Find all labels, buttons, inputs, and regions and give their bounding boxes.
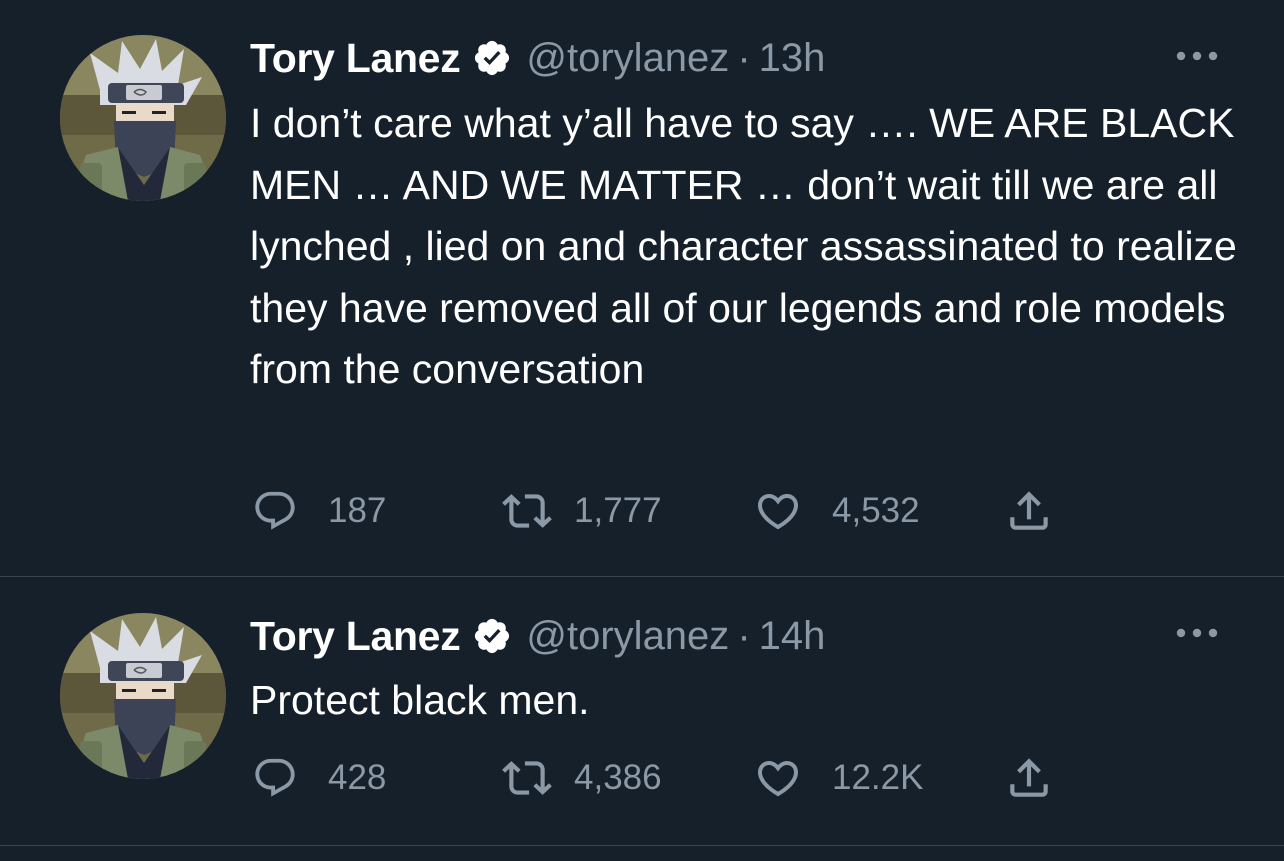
heart-icon <box>754 754 802 802</box>
timestamp[interactable]: 13h <box>759 36 826 81</box>
display-name[interactable]: Tory Lanez <box>250 35 461 82</box>
like-count: 12.2K <box>832 758 924 797</box>
more-options-icon[interactable] <box>1172 623 1222 643</box>
user-handle[interactable]: @torylanez <box>526 614 729 659</box>
retweet-icon <box>502 486 552 536</box>
share-button[interactable] <box>1004 486 1054 536</box>
reply-button[interactable]: 428 <box>252 753 386 803</box>
retweet-button[interactable]: 1,777 <box>502 486 662 536</box>
share-icon <box>1004 486 1054 536</box>
tweet[interactable]: Tory Lanez @torylanez · 14h Protect blac… <box>0 577 1284 846</box>
verified-badge-icon <box>472 616 512 656</box>
like-button[interactable]: 4,532 <box>754 486 920 536</box>
like-count: 4,532 <box>832 491 920 530</box>
tweet-actions: 428 4,386 12.2K <box>0 753 1284 803</box>
retweet-count: 1,777 <box>574 491 662 530</box>
retweet-count: 4,386 <box>574 758 662 797</box>
like-button[interactable]: 12.2K <box>754 753 923 803</box>
tweet-header: Tory Lanez @torylanez · 14h <box>250 611 825 661</box>
reply-count: 187 <box>328 491 387 530</box>
more-options-icon[interactable] <box>1172 46 1222 66</box>
tweet-actions: 187 1,777 4,532 <box>0 486 1284 536</box>
share-icon <box>1004 753 1054 803</box>
avatar-image <box>60 35 226 201</box>
avatar[interactable] <box>60 35 226 201</box>
separator-dot: · <box>737 613 751 658</box>
separator-dot: · <box>737 35 751 80</box>
reply-icon <box>252 755 298 801</box>
reply-button[interactable]: 187 <box>252 486 386 536</box>
retweet-button[interactable]: 4,386 <box>502 753 662 803</box>
display-name[interactable]: Tory Lanez <box>250 613 461 660</box>
reply-count: 428 <box>328 758 387 797</box>
tweet-text: I don’t care what y’all have to say …. W… <box>250 100 1237 393</box>
tweet[interactable]: Tory Lanez @torylanez · 13h I don’t care… <box>0 0 1284 577</box>
tweet-text: Protect black men. <box>250 677 590 723</box>
timestamp[interactable]: 14h <box>759 614 826 659</box>
tweet-header: Tory Lanez @torylanez · 13h <box>250 33 825 83</box>
verified-badge-icon <box>472 38 512 78</box>
user-handle[interactable]: @torylanez <box>526 36 729 81</box>
retweet-icon <box>502 753 552 803</box>
heart-icon <box>754 487 802 535</box>
share-button[interactable] <box>1004 753 1054 803</box>
reply-icon <box>252 488 298 534</box>
